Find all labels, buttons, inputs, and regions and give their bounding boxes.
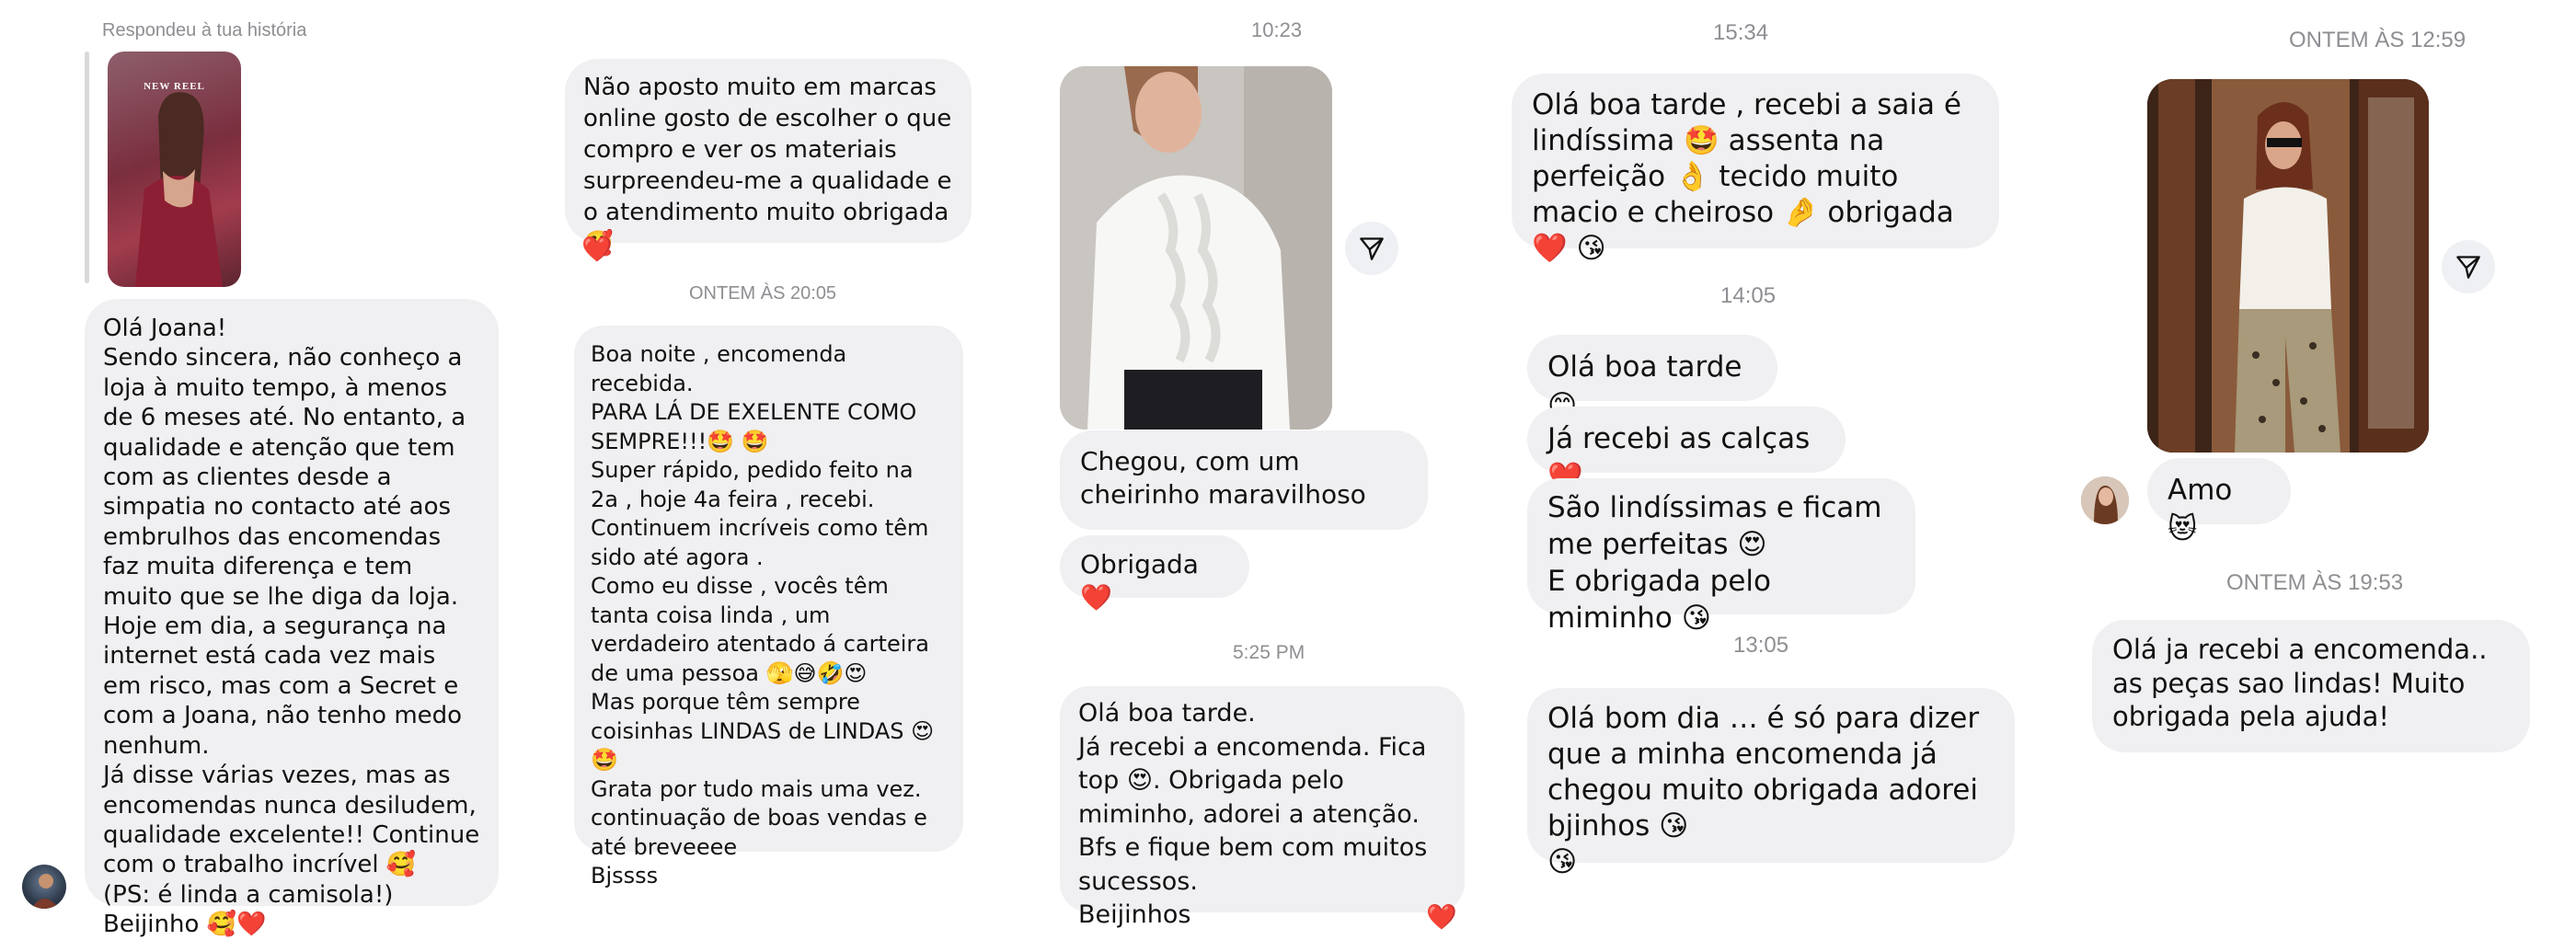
timestamp: 15:34 — [1713, 20, 1769, 45]
message-bubble: Não aposto muito em marcas online gosto … — [565, 59, 972, 258]
story-reply-label: Respondeu à tua história — [102, 20, 307, 40]
message-bubble-long: Olá boa tarde. Já recebi a encomenda. Fi… — [1060, 686, 1465, 929]
avatar-figure-icon — [2081, 476, 2129, 524]
message-bubble: Obrigada❤️ — [1060, 535, 1249, 613]
share-button[interactable] — [2442, 240, 2495, 293]
timestamp: 14:05 — [1720, 283, 1777, 308]
shared-photo[interactable] — [1060, 66, 1332, 430]
message-bubble: Olá bom dia … é só para dizer que a minh… — [1527, 688, 2015, 878]
avatar[interactable] — [2081, 476, 2129, 524]
woman-figure-icon — [135, 92, 223, 287]
heart-reaction-icon[interactable]: ❤️ — [1426, 905, 1457, 930]
message-bubble-long: Boa noite , encomenda recebida. PARA LÁ … — [574, 326, 963, 888]
message-bubble: Já recebi as calças ❤️ — [1527, 407, 1846, 494]
timestamp: ONTEM ÀS 19:53 — [2226, 570, 2404, 595]
message-bubble: São lindíssimas e ficam me perfeitas 😍 E… — [1527, 478, 1915, 635]
heart-reaction-icon[interactable]: ❤️ — [581, 237, 613, 262]
timestamp: ONTEM ÀS 20:05 — [689, 283, 837, 304]
paper-plane-icon — [2456, 256, 2480, 279]
message-bubble: Olá ja recebi a encomenda.. as peças sao… — [2092, 620, 2530, 752]
message-bubble: Chegou, com um cheirinho maravilhoso — [1060, 430, 1428, 530]
timestamp: 10:23 — [1251, 18, 1303, 41]
message-bubble: Amo 😻 — [2147, 458, 2291, 545]
message-bubble: Olá boa tarde , recebi a saia é lindíssi… — [1512, 74, 1999, 265]
avatar[interactable] — [22, 865, 66, 909]
timestamp: ONTEM ÀS 12:59 — [2289, 28, 2467, 52]
share-button[interactable] — [1345, 222, 1398, 275]
woman-mirror-selfie-icon — [2147, 79, 2429, 453]
timestamp: 5:25 PM — [1233, 642, 1305, 663]
paper-plane-icon — [1360, 237, 1384, 260]
avatar-figure-icon — [31, 874, 59, 909]
shared-photo[interactable] — [2147, 79, 2429, 453]
message-bubble: Olá boa tarde 😊 — [1527, 335, 1777, 422]
woman-white-blouse-icon — [1060, 66, 1332, 430]
story-quote-bar — [85, 52, 89, 283]
story-thumbnail[interactable]: NEW REEL — [108, 52, 241, 287]
timestamp: 13:05 — [1733, 633, 1789, 658]
message-bubble-long: Olá Joana! Sendo sincera, não conheço a … — [85, 299, 499, 938]
